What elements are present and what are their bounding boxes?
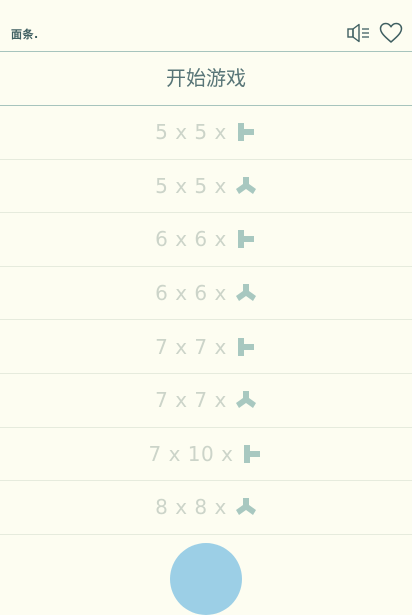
level-size-label: 6 x 6 x [155, 281, 227, 306]
speaker-icon [347, 23, 369, 43]
floating-action-button[interactable] [170, 543, 242, 615]
t-piece-icon [241, 443, 263, 465]
y-piece-icon [235, 175, 257, 197]
level-row[interactable]: 7 x 7 x [0, 374, 412, 428]
level-row[interactable]: 6 x 6 x [0, 267, 412, 321]
y-piece-icon [235, 389, 257, 411]
y-piece-icon [235, 496, 257, 518]
t-piece-icon [235, 336, 257, 358]
favorite-button[interactable] [378, 20, 404, 46]
start-game-button[interactable]: 开始游戏 [0, 52, 412, 105]
brand-logo: 面条. [11, 28, 39, 41]
level-row[interactable]: 6 x 6 x [0, 213, 412, 267]
t-piece-icon [235, 228, 257, 250]
level-size-label: 7 x 7 x [155, 388, 227, 413]
level-list: 5 x 5 x 5 x 5 x 6 x 6 x 6 x 6 x 7 x 7 x 7 x 7… [0, 106, 412, 535]
level-size-label: 7 x 10 x [148, 441, 234, 466]
level-row[interactable]: 5 x 5 x [0, 106, 412, 160]
level-size-label: 6 x 6 x [155, 227, 227, 252]
sound-button[interactable] [346, 20, 372, 46]
heart-icon [379, 22, 403, 43]
level-size-label: 8 x 8 x [155, 495, 227, 520]
level-size-label: 5 x 5 x [155, 120, 227, 145]
top-bar: 面条. [0, 0, 412, 51]
level-row[interactable]: 7 x 7 x [0, 320, 412, 374]
y-piece-icon [235, 282, 257, 304]
level-size-label: 7 x 7 x [155, 334, 227, 359]
level-row[interactable]: 5 x 5 x [0, 160, 412, 214]
t-piece-icon [235, 121, 257, 143]
level-row[interactable]: 8 x 8 x [0, 481, 412, 535]
level-size-label: 5 x 5 x [155, 173, 227, 198]
level-row[interactable]: 7 x 10 x [0, 428, 412, 482]
